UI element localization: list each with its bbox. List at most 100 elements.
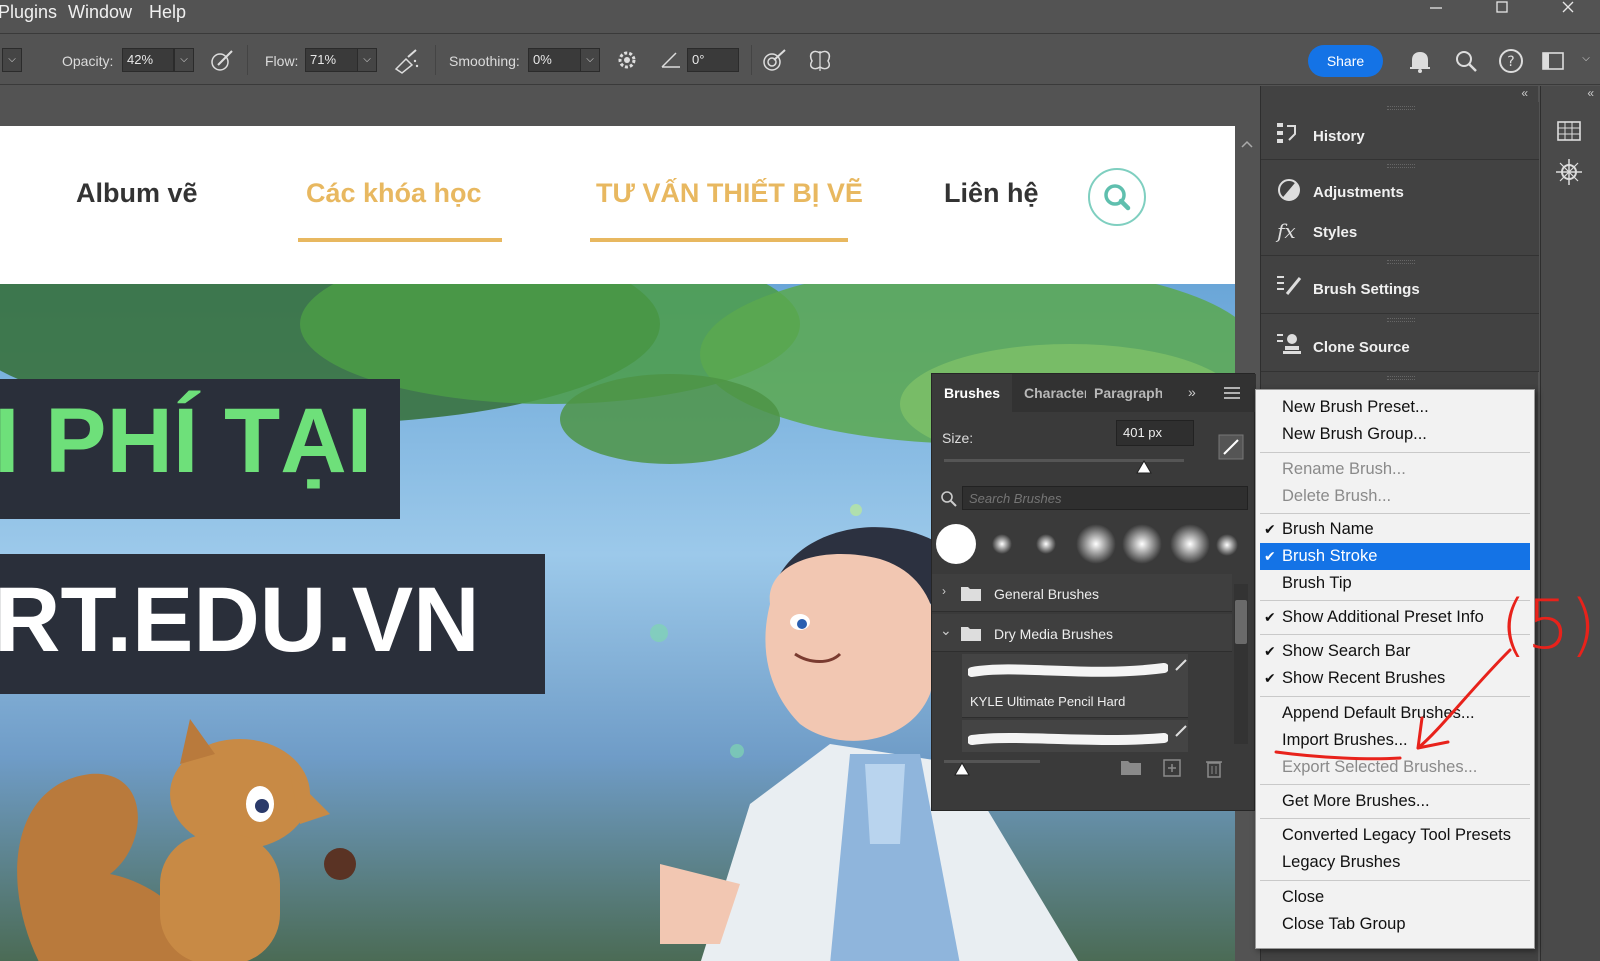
angle-field[interactable]: 0°: [687, 48, 739, 72]
dock-clone-source[interactable]: Clone Source: [1261, 314, 1539, 372]
checkmark-icon: ✔: [1264, 643, 1276, 659]
recent-brush-soft-small[interactable]: [992, 534, 1012, 554]
dock-label[interactable]: Adjustments: [1313, 184, 1404, 201]
opacity-field[interactable]: 42%: [122, 48, 174, 72]
smoothing-field[interactable]: 0%: [528, 48, 582, 72]
brush-list-scrollbar[interactable]: [1234, 584, 1248, 744]
grid-icon[interactable]: [1555, 118, 1583, 151]
brush-item[interactable]: [962, 720, 1188, 752]
airbrush-icon[interactable]: [392, 47, 420, 75]
menu-append-default-brushes[interactable]: Append Default Brushes...: [1256, 700, 1534, 727]
share-button[interactable]: Share: [1308, 45, 1383, 77]
tab-character[interactable]: Character: [1012, 374, 1086, 412]
dock-label[interactable]: Styles: [1313, 224, 1357, 241]
symmetry-icon[interactable]: [806, 47, 834, 75]
bell-icon[interactable]: [1406, 47, 1434, 75]
menu-legacy-brushes[interactable]: Legacy Brushes: [1256, 849, 1534, 876]
menu-brush-name[interactable]: ✔ Brush Name: [1256, 516, 1534, 543]
nav-equipment: TƯ VẤN THIẾT BỊ VẼ: [596, 178, 863, 208]
menu-brush-stroke[interactable]: ✔ Brush Stroke: [1260, 543, 1530, 570]
brush-group-dry-media[interactable]: ⌄ Dry Media Brushes: [932, 614, 1232, 652]
preview-size-slider-thumb[interactable]: [954, 762, 970, 781]
adjustments-icon[interactable]: [1275, 176, 1303, 204]
menu-help[interactable]: Help: [149, 2, 186, 23]
dock-history[interactable]: History: [1261, 102, 1539, 160]
brush-group-general[interactable]: › General Brushes: [932, 574, 1232, 612]
grip-icon[interactable]: [1387, 164, 1415, 168]
scrollbar-thumb[interactable]: [1235, 600, 1247, 644]
menu-plugins[interactable]: Plugins: [0, 2, 57, 23]
menu-brush-tip[interactable]: Brush Tip: [1256, 570, 1534, 597]
brush-item[interactable]: KYLE Ultimate Pencil Hard: [962, 654, 1188, 718]
more-tabs-icon[interactable]: »: [1188, 384, 1196, 400]
dock-label: Clone Source: [1313, 339, 1410, 356]
navigator-icon[interactable]: [1555, 158, 1583, 191]
menu-window[interactable]: Window: [68, 2, 132, 23]
grip-icon[interactable]: [1387, 318, 1415, 322]
gear-icon[interactable]: [614, 47, 642, 75]
styles-icon[interactable]: fx: [1275, 216, 1303, 244]
collapse-dock-icon[interactable]: «: [1521, 86, 1528, 100]
panel-menu-icon[interactable]: [1222, 384, 1242, 407]
grip-icon[interactable]: [1387, 106, 1415, 110]
angle-icon: [658, 47, 686, 75]
help-icon[interactable]: ?: [1497, 47, 1525, 75]
chevron-down-icon[interactable]: ⌄: [940, 622, 952, 639]
brush-stroke-preview: [968, 663, 1168, 677]
grip-icon[interactable]: [1387, 260, 1415, 264]
opacity-dropdown[interactable]: ⌵: [174, 48, 194, 72]
grip-icon[interactable]: [1387, 376, 1415, 380]
recent-brush-hard-round[interactable]: [936, 524, 976, 564]
size-field[interactable]: 401 px: [1116, 420, 1194, 446]
maximize-icon[interactable]: [1482, 0, 1522, 20]
smoothing-dropdown[interactable]: ⌵: [580, 48, 600, 72]
workspace-dropdown[interactable]: ⌵: [1576, 48, 1596, 72]
close-icon[interactable]: [1548, 0, 1588, 20]
menu-item-label: New Brush Group...: [1282, 425, 1427, 443]
minimize-icon[interactable]: [1416, 0, 1456, 20]
acorn-illustration: [324, 848, 356, 880]
menu-new-brush-preset[interactable]: New Brush Preset...: [1256, 394, 1534, 421]
nav-underline: [298, 238, 502, 242]
recent-brush-soft-medium[interactable]: [1216, 534, 1238, 556]
tab-brushes[interactable]: Brushes: [932, 374, 1012, 412]
menu-close[interactable]: Close: [1256, 884, 1534, 911]
chevron-right-icon[interactable]: ›: [942, 584, 946, 598]
preset-dropdown[interactable]: ⌵: [2, 48, 22, 72]
trash-icon[interactable]: [1204, 758, 1224, 783]
search-icon[interactable]: [1452, 47, 1480, 75]
recent-brush-soft-large-3[interactable]: [1170, 524, 1210, 564]
dock-brush-settings[interactable]: Brush Settings: [1261, 256, 1539, 314]
brush-tip-toggle-icon[interactable]: [1218, 434, 1244, 465]
new-brush-icon[interactable]: [1162, 758, 1182, 783]
menu-close-tab-group[interactable]: Close Tab Group: [1256, 911, 1534, 938]
menu-rename-brush: Rename Brush...: [1256, 456, 1534, 483]
recent-brush-soft-large[interactable]: [1076, 524, 1116, 564]
menu-get-more-brushes[interactable]: Get More Brushes...: [1256, 788, 1534, 815]
recent-brush-soft-small-2[interactable]: [1036, 534, 1056, 554]
tab-paragraph[interactable]: Paragraph: [1082, 374, 1162, 412]
flow-field[interactable]: 71%: [305, 48, 359, 72]
pressure-size-icon[interactable]: [760, 47, 788, 75]
menu-import-brushes[interactable]: Import Brushes...: [1256, 727, 1534, 754]
menu-new-brush-group[interactable]: New Brush Group...: [1256, 421, 1534, 448]
menu-separator: [1260, 452, 1530, 453]
workspace-icon[interactable]: [1540, 47, 1568, 75]
menu-show-recent-brushes[interactable]: ✔ Show Recent Brushes: [1256, 665, 1534, 692]
size-label: Size:: [942, 430, 974, 446]
size-slider-thumb[interactable]: [1136, 460, 1152, 479]
menu-show-search-bar[interactable]: ✔ Show Search Bar: [1256, 638, 1534, 665]
flow-dropdown[interactable]: ⌵: [357, 48, 377, 72]
options-bar: ⌵ Opacity: 42% ⌵ Flow: 71% ⌵ Smoothing: …: [0, 35, 1600, 85]
collapse-strip-icon[interactable]: «: [1587, 86, 1594, 100]
menu-bar: Plugins Window Help: [0, 0, 1600, 34]
menu-converted-legacy-tool-presets[interactable]: Converted Legacy Tool Presets: [1256, 822, 1534, 849]
recent-brush-soft-large-2[interactable]: [1122, 524, 1162, 564]
menu-show-additional-preset-info[interactable]: ✔ Show Additional Preset Info: [1256, 604, 1534, 631]
new-group-icon[interactable]: [1120, 758, 1142, 781]
pressure-opacity-icon[interactable]: [208, 47, 236, 75]
separator: [751, 45, 752, 75]
website-search-icon: [1088, 168, 1146, 226]
menu-item-label: Show Recent Brushes: [1282, 669, 1446, 687]
brush-search-input[interactable]: [962, 486, 1248, 510]
